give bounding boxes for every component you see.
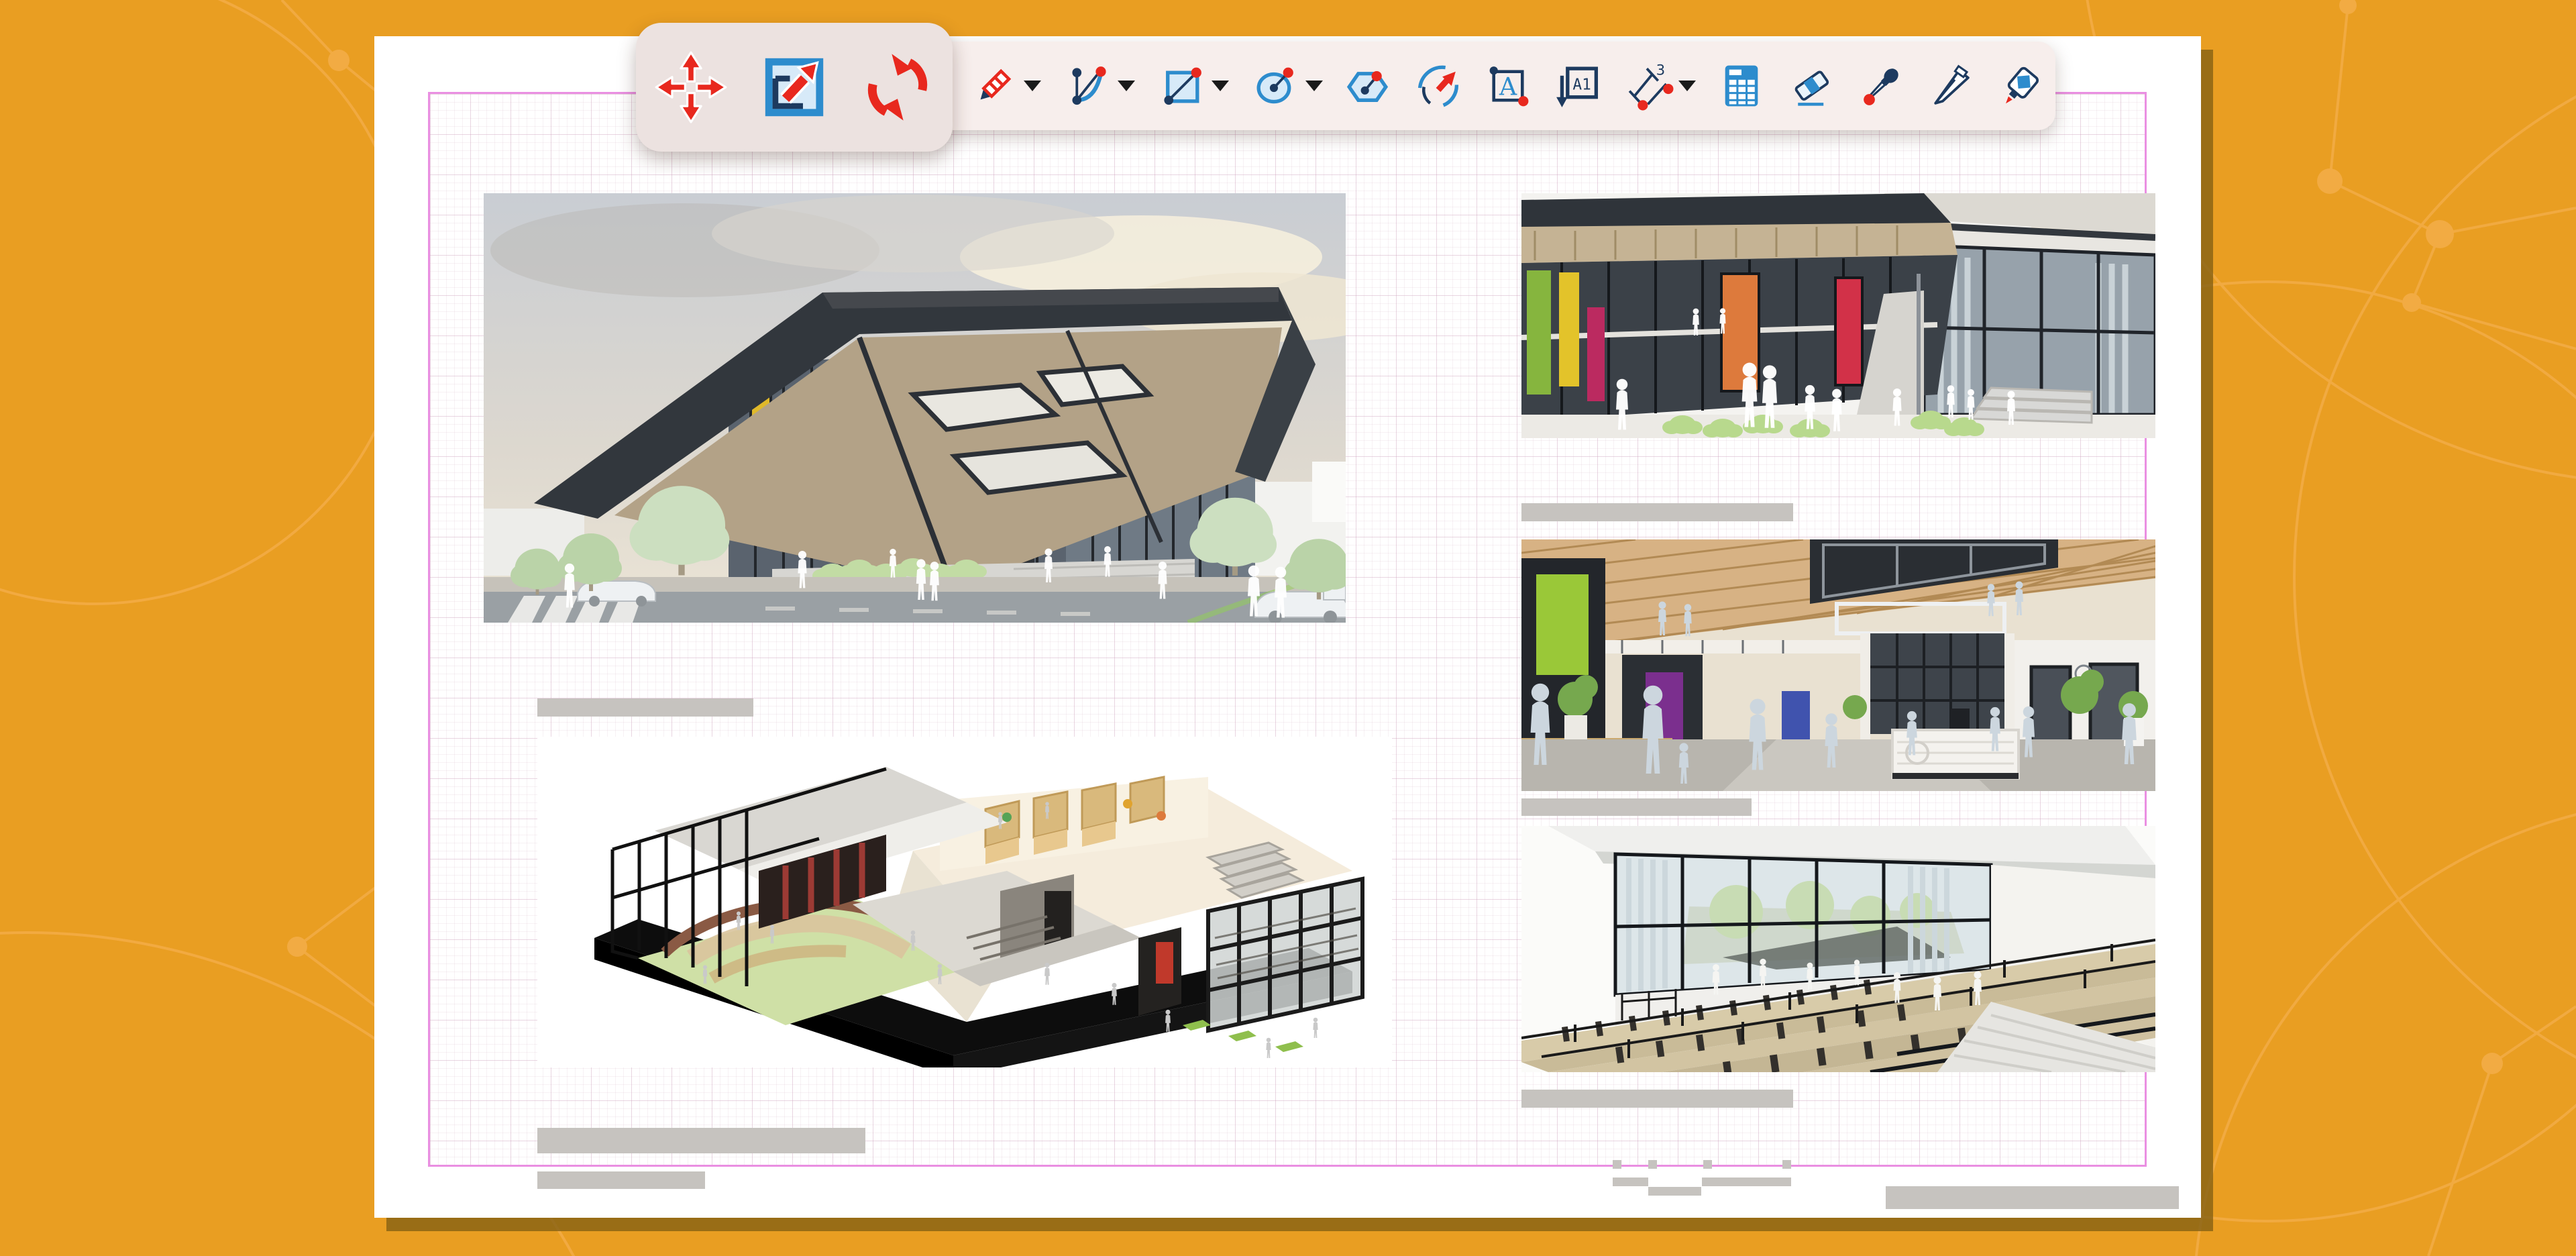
- eraser-tool-button[interactable]: [1776, 44, 1846, 127]
- color-picker-icon: [1856, 60, 1907, 111]
- transform-toolbar-group: [636, 23, 953, 152]
- rotate-tool-button[interactable]: [847, 30, 948, 144]
- table-icon: [1716, 60, 1767, 111]
- arc-tool-button[interactable]: [1403, 44, 1473, 127]
- arc-icon: [1413, 60, 1464, 111]
- legend-bar-2[interactable]: [1648, 1187, 1701, 1196]
- title-bar-placeholder[interactable]: [537, 1128, 865, 1153]
- glue-icon: [1995, 60, 2046, 111]
- image-exterior-street-view[interactable]: [484, 193, 1346, 623]
- table-tool-button[interactable]: [1707, 44, 1776, 127]
- caption-placeholder-3[interactable]: [1521, 798, 1752, 816]
- pencil-tool-button[interactable]: [958, 44, 1052, 127]
- svg-text:A1: A1: [1572, 76, 1591, 93]
- eraser-icon: [1786, 60, 1837, 111]
- glue-tool-button[interactable]: [1986, 44, 2055, 127]
- resize-tool-button[interactable]: [744, 30, 845, 144]
- polygon-icon: [1343, 60, 1394, 111]
- curve-icon: [1063, 60, 1114, 111]
- caption-placeholder-1[interactable]: [537, 698, 753, 717]
- resize-icon: [758, 51, 830, 123]
- rotate-icon: [861, 51, 934, 123]
- page-work-area[interactable]: [428, 92, 2147, 1167]
- color-picker-tool-button[interactable]: [1846, 44, 1916, 127]
- exterior-street-view-art: [484, 193, 1346, 623]
- ellipse-menu-caret[interactable]: [1305, 81, 1323, 91]
- auditorium-art: [1521, 826, 2155, 1072]
- move-icon: [655, 51, 727, 123]
- quill-tool-button[interactable]: [1916, 44, 1986, 127]
- desktop-background: A A1 3: [0, 0, 2576, 1256]
- rectangle-icon: [1157, 60, 1208, 111]
- ellipse-tool-button[interactable]: [1240, 44, 1334, 127]
- label-icon: A1: [1552, 60, 1603, 111]
- caption-placeholder-4[interactable]: [1521, 1090, 1793, 1108]
- legend-tick-2[interactable]: [1648, 1160, 1657, 1169]
- curve-tool-button[interactable]: [1052, 44, 1146, 127]
- rectangle-menu-caret[interactable]: [1212, 81, 1229, 91]
- ellipse-icon: [1250, 60, 1301, 111]
- dimension-icon: 3: [1623, 60, 1674, 111]
- caption-placeholder-2[interactable]: [1521, 503, 1793, 521]
- curve-menu-caret[interactable]: [1118, 81, 1135, 91]
- image-isometric-cutaway[interactable]: [537, 737, 1392, 1067]
- legend-bar-3[interactable]: [1702, 1178, 1791, 1186]
- interior-atrium-art: [1521, 539, 2155, 791]
- polygon-tool-button[interactable]: [1334, 44, 1403, 127]
- image-interior-atrium[interactable]: [1521, 539, 2155, 791]
- quill-icon: [1925, 60, 1976, 111]
- label-tool-button[interactable]: A1: [1543, 44, 1613, 127]
- text-frame-tool-button[interactable]: A: [1473, 44, 1543, 127]
- courtyard-view-art: [1521, 193, 2155, 438]
- legend-bar-1[interactable]: [1613, 1178, 1648, 1186]
- rectangle-tool-button[interactable]: [1146, 44, 1240, 127]
- pencil-icon: [969, 60, 1020, 111]
- image-auditorium[interactable]: [1521, 826, 2155, 1072]
- legend-tick-1[interactable]: [1613, 1160, 1621, 1169]
- legend-tick-3[interactable]: [1703, 1160, 1712, 1169]
- image-courtyard-view[interactable]: [1521, 193, 2155, 438]
- pencil-menu-caret[interactable]: [1024, 81, 1041, 91]
- document-page[interactable]: [374, 36, 2201, 1218]
- footer-bar-placeholder[interactable]: [1886, 1186, 2179, 1209]
- move-tool-button[interactable]: [641, 30, 741, 144]
- dimension-menu-caret[interactable]: [1678, 81, 1696, 91]
- legend-tick-4[interactable]: [1782, 1160, 1791, 1169]
- isometric-cutaway-art: [537, 737, 1392, 1067]
- dimension-tool-button[interactable]: 3: [1613, 44, 1707, 127]
- svg-text:3: 3: [1656, 62, 1666, 78]
- text-frame-icon: A: [1483, 60, 1534, 111]
- subtitle-bar-placeholder[interactable]: [537, 1171, 705, 1189]
- svg-text:A: A: [1499, 72, 1517, 101]
